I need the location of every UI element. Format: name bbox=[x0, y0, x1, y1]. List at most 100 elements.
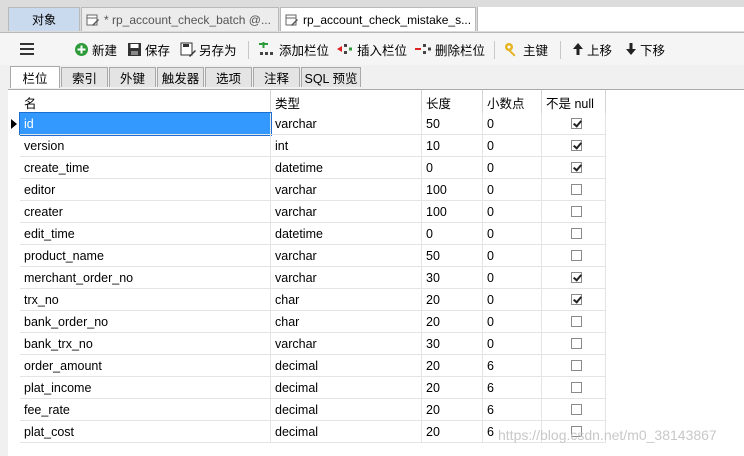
not-null-checkbox[interactable] bbox=[571, 162, 582, 173]
cell-name[interactable]: merchant_order_no bbox=[20, 267, 271, 289]
cell-name[interactable]: trx_no bbox=[20, 289, 271, 311]
delete-field-button[interactable]: 删除栏位 bbox=[414, 40, 485, 58]
save-button[interactable]: 保存 bbox=[127, 40, 170, 58]
cell-type[interactable]: varchar bbox=[271, 333, 422, 355]
cell-length[interactable]: 100 bbox=[422, 201, 483, 223]
cell-type[interactable]: char bbox=[271, 311, 422, 333]
table-row[interactable]: editor varchar 100 0 bbox=[8, 179, 744, 201]
subtab-fields[interactable]: 栏位 bbox=[10, 66, 60, 88]
tab-objects[interactable]: 对象 bbox=[8, 7, 80, 31]
cell-name[interactable]: product_name bbox=[20, 245, 271, 267]
cell-decimals[interactable]: 0 bbox=[483, 157, 542, 179]
table-row[interactable]: creater varchar 100 0 bbox=[8, 201, 744, 223]
cell-length[interactable]: 0 bbox=[422, 157, 483, 179]
cell-name[interactable]: fee_rate bbox=[20, 399, 271, 421]
not-null-checkbox[interactable] bbox=[571, 206, 582, 217]
cell-name[interactable]: order_amount bbox=[20, 355, 271, 377]
not-null-checkbox[interactable] bbox=[571, 382, 582, 393]
table-row[interactable]: bank_trx_no varchar 30 0 bbox=[8, 333, 744, 355]
move-up-button[interactable]: 上移 bbox=[572, 40, 612, 58]
table-row[interactable]: bank_order_no char 20 0 bbox=[8, 311, 744, 333]
cell-type[interactable]: varchar bbox=[271, 267, 422, 289]
cell-type[interactable]: datetime bbox=[271, 223, 422, 245]
subtab-sql-preview[interactable]: SQL 预览 bbox=[301, 67, 361, 87]
cell-type[interactable]: varchar bbox=[271, 245, 422, 267]
not-null-checkbox[interactable] bbox=[571, 316, 582, 327]
table-row[interactable]: merchant_order_no varchar 30 0 bbox=[8, 267, 744, 289]
tab-account-check-mistake[interactable]: rp_account_check_mistake_s... bbox=[280, 7, 476, 31]
cell-name[interactable]: create_time bbox=[20, 157, 271, 179]
cell-type[interactable]: varchar bbox=[271, 113, 422, 135]
table-row[interactable]: plat_income decimal 20 6 bbox=[8, 377, 744, 399]
table-row[interactable]: edit_time datetime 0 0 bbox=[8, 223, 744, 245]
cell-name[interactable]: plat_income bbox=[20, 377, 271, 399]
cell-length[interactable]: 0 bbox=[422, 223, 483, 245]
insert-field-button[interactable]: 插入栏位 bbox=[336, 40, 407, 58]
table-row[interactable]: fee_rate decimal 20 6 bbox=[8, 399, 744, 421]
column-header-not-null[interactable]: 不是 null bbox=[542, 90, 606, 113]
cell-decimals[interactable]: 0 bbox=[483, 223, 542, 245]
column-header-decimals[interactable]: 小数点 bbox=[483, 90, 542, 113]
cell-decimals[interactable]: 6 bbox=[483, 355, 542, 377]
cell-type[interactable]: datetime bbox=[271, 157, 422, 179]
not-null-checkbox[interactable] bbox=[571, 228, 582, 239]
cell-decimals[interactable]: 6 bbox=[483, 377, 542, 399]
cell-decimals[interactable]: 0 bbox=[483, 113, 542, 135]
cell-length[interactable]: 20 bbox=[422, 311, 483, 333]
column-header-name[interactable]: 名 bbox=[20, 90, 271, 113]
cell-length[interactable]: 100 bbox=[422, 179, 483, 201]
cell-length[interactable]: 30 bbox=[422, 333, 483, 355]
cell-type[interactable]: varchar bbox=[271, 179, 422, 201]
primary-key-button[interactable]: 主键 bbox=[504, 40, 548, 58]
add-field-button[interactable]: 添加栏位 bbox=[258, 40, 329, 58]
subtab-options[interactable]: 选项 bbox=[205, 67, 252, 87]
table-row[interactable]: order_amount decimal 20 6 bbox=[8, 355, 744, 377]
cell-decimals[interactable]: 0 bbox=[483, 135, 542, 157]
save-as-button[interactable]: 另存为 bbox=[180, 40, 237, 58]
cell-name[interactable]: edit_time bbox=[20, 223, 271, 245]
menu-icon[interactable] bbox=[20, 43, 34, 58]
not-null-checkbox[interactable] bbox=[571, 360, 582, 371]
cell-decimals[interactable]: 0 bbox=[483, 201, 542, 223]
cell-type[interactable]: decimal bbox=[271, 399, 422, 421]
cell-type[interactable]: int bbox=[271, 135, 422, 157]
cell-type[interactable]: decimal bbox=[271, 355, 422, 377]
subtab-indexes[interactable]: 索引 bbox=[61, 67, 108, 87]
cell-name[interactable]: id bbox=[19, 112, 272, 136]
not-null-checkbox[interactable] bbox=[571, 294, 582, 305]
cell-name[interactable]: bank_order_no bbox=[20, 311, 271, 333]
cell-type[interactable]: char bbox=[271, 289, 422, 311]
cell-decimals[interactable]: 0 bbox=[483, 289, 542, 311]
cell-decimals[interactable]: 0 bbox=[483, 245, 542, 267]
cell-name[interactable]: plat_cost bbox=[20, 421, 271, 443]
cell-length[interactable]: 50 bbox=[422, 113, 483, 135]
not-null-checkbox[interactable] bbox=[571, 404, 582, 415]
move-down-button[interactable]: 下移 bbox=[625, 40, 665, 58]
cell-decimals[interactable]: 0 bbox=[483, 311, 542, 333]
cell-decimals[interactable]: 0 bbox=[483, 267, 542, 289]
cell-length[interactable]: 20 bbox=[422, 289, 483, 311]
not-null-checkbox[interactable] bbox=[571, 140, 582, 151]
subtab-triggers[interactable]: 触发器 bbox=[157, 67, 204, 87]
cell-length[interactable]: 20 bbox=[422, 399, 483, 421]
table-row[interactable]: product_name varchar 50 0 bbox=[8, 245, 744, 267]
cell-name[interactable]: creater bbox=[20, 201, 271, 223]
cell-type[interactable]: varchar bbox=[271, 201, 422, 223]
table-row[interactable]: version int 10 0 bbox=[8, 135, 744, 157]
cell-length[interactable]: 30 bbox=[422, 267, 483, 289]
cell-type[interactable]: decimal bbox=[271, 421, 422, 443]
cell-length[interactable]: 20 bbox=[422, 355, 483, 377]
subtab-foreign-keys[interactable]: 外键 bbox=[109, 67, 156, 87]
table-row[interactable]: trx_no char 20 0 bbox=[8, 289, 744, 311]
table-row[interactable]: id varchar 50 0 bbox=[8, 112, 744, 136]
not-null-checkbox[interactable] bbox=[571, 250, 582, 261]
cell-decimals[interactable]: 0 bbox=[483, 179, 542, 201]
cell-name[interactable]: version bbox=[20, 135, 271, 157]
new-button[interactable]: 新建 bbox=[74, 40, 117, 58]
cell-decimals[interactable]: 6 bbox=[483, 399, 542, 421]
not-null-checkbox[interactable] bbox=[571, 272, 582, 283]
cell-length[interactable]: 20 bbox=[422, 377, 483, 399]
cell-decimals[interactable]: 0 bbox=[483, 333, 542, 355]
cell-length[interactable]: 20 bbox=[422, 421, 483, 443]
not-null-checkbox[interactable] bbox=[571, 118, 582, 129]
